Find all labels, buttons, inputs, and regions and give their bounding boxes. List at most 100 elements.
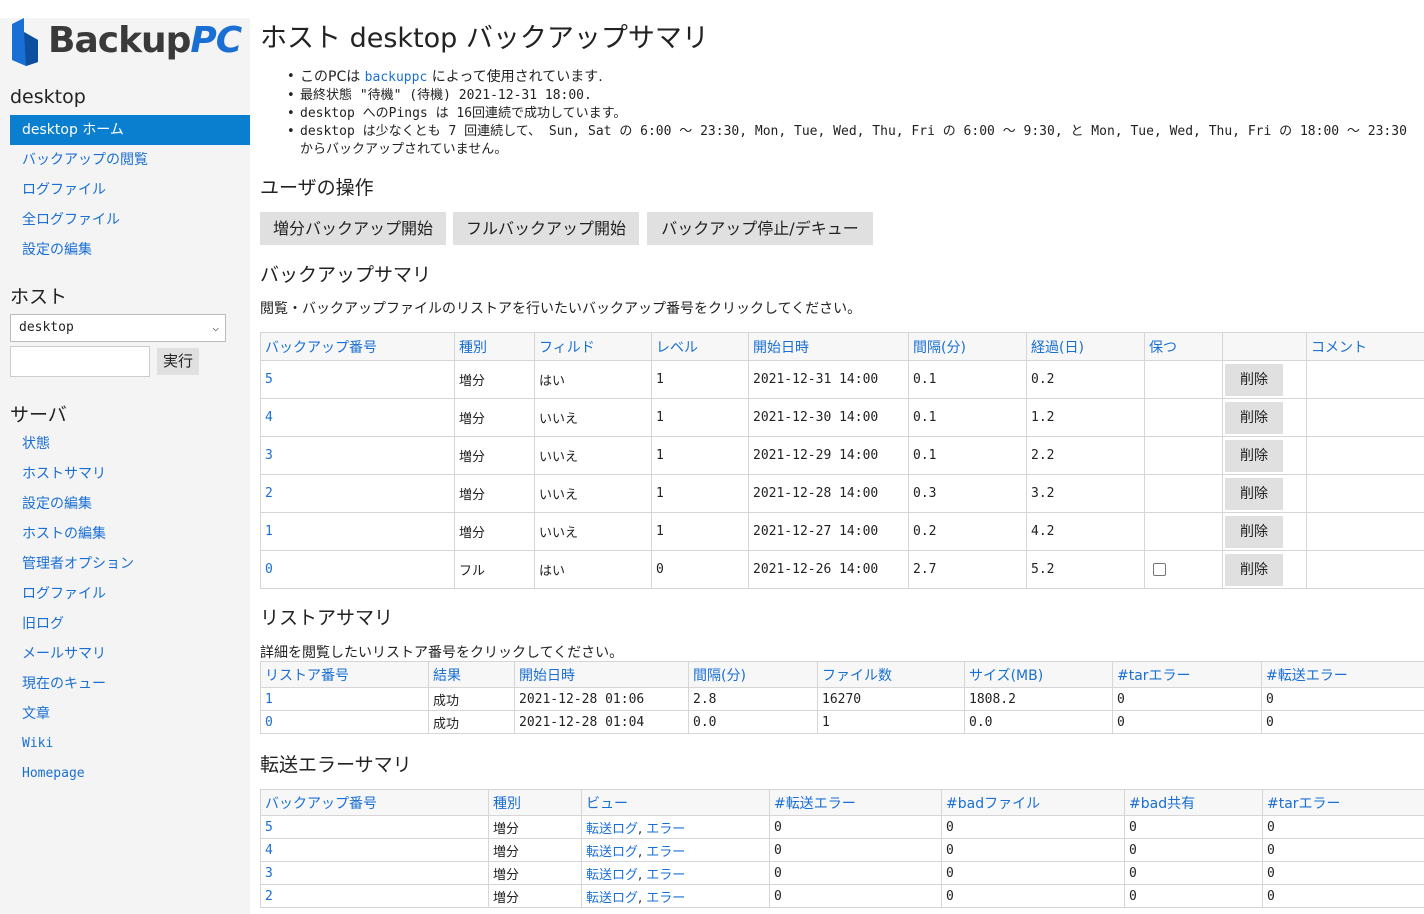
restore-number-cell: 1	[260, 687, 429, 711]
xfer-log-link[interactable]: 転送ログ	[586, 891, 638, 906]
col-duration[interactable]: 間隔(分)	[908, 332, 1027, 361]
xfer-error-link[interactable]: エラー	[646, 845, 685, 860]
backup-number-cell: 4	[260, 398, 455, 437]
col-xfer-view[interactable]: ビュー	[581, 789, 770, 816]
backup-number-link[interactable]: 5	[265, 372, 273, 387]
backup-age-cell: 5.2	[1026, 550, 1145, 589]
restore-number-link[interactable]: 1	[265, 692, 273, 707]
sidebar-item-edit-hosts[interactable]: ホストの編集	[10, 519, 250, 549]
restore-number-link[interactable]: 0	[265, 715, 273, 730]
backup-delete-cell: 削除	[1222, 360, 1307, 399]
sidebar-item-email-summary[interactable]: メールサマリ	[10, 639, 250, 669]
backup-number-link[interactable]: 4	[265, 410, 273, 425]
xfer-backup-number-link[interactable]: 3	[265, 866, 273, 881]
col-tar-errors[interactable]: #tarエラー	[1112, 661, 1262, 688]
backup-number-link[interactable]: 1	[265, 524, 273, 539]
delete-backup-button[interactable]: 削除	[1225, 363, 1283, 396]
sidebar-item-status[interactable]: 状態	[10, 429, 250, 459]
xfer-error-link[interactable]: エラー	[646, 822, 685, 837]
backup-row: 2 増分 いいえ 1 2021-12-28 14:00 0.3 3.2 削除	[260, 474, 1424, 513]
backuppc-logo[interactable]: BackupPC	[10, 18, 242, 68]
sidebar-item-server-log-file[interactable]: ログファイル	[10, 579, 250, 609]
xfer-error-link[interactable]: エラー	[646, 868, 685, 883]
backup-start-cell: 2021-12-29 14:00	[748, 436, 909, 475]
sidebar-item-browse-backups[interactable]: バックアップの閲覧	[10, 145, 250, 175]
host-search-input[interactable]	[10, 346, 150, 377]
sidebar: BackupPC desktop desktop ホーム バックアップの閲覧 ロ…	[0, 18, 250, 914]
backup-filled-cell: いいえ	[534, 474, 652, 513]
col-keep[interactable]: 保つ	[1144, 332, 1223, 361]
col-xfer-errors-count[interactable]: #転送エラー	[769, 789, 942, 816]
sidebar-item-host-home[interactable]: desktop ホーム	[10, 115, 250, 145]
restore-result-cell: 成功	[428, 710, 515, 734]
col-type[interactable]: 種別	[454, 332, 535, 361]
col-result[interactable]: 結果	[428, 661, 515, 688]
col-comment[interactable]: コメント	[1306, 332, 1424, 361]
col-xfer-backup-number[interactable]: バックアップ番号	[260, 789, 489, 816]
col-restore-duration[interactable]: 間隔(分)	[688, 661, 818, 688]
sidebar-item-all-log-files[interactable]: 全ログファイル	[10, 205, 250, 235]
delete-backup-button[interactable]: 削除	[1225, 515, 1283, 548]
start-full-backup-button[interactable]: フルバックアップ開始	[453, 212, 639, 245]
col-start-date[interactable]: 開始日時	[748, 332, 909, 361]
backup-comment-cell	[1306, 550, 1424, 589]
xfer-row: 4 増分 転送ログ, エラー 0 0 0 0	[260, 838, 1424, 862]
xfer-view-cell: 転送ログ, エラー	[581, 884, 770, 908]
xfer-type-cell: 増分	[488, 884, 582, 908]
keep-checkbox[interactable]	[1153, 563, 1166, 576]
backup-number-link[interactable]: 0	[265, 562, 273, 577]
xfer-backup-number-link[interactable]: 5	[265, 820, 273, 835]
chevron-down-icon: ⌵	[212, 321, 219, 334]
sidebar-item-server-edit-config[interactable]: 設定の編集	[10, 489, 250, 519]
xfer-error-link[interactable]: エラー	[646, 891, 685, 906]
sidebar-item-documentation[interactable]: 文章	[10, 699, 250, 729]
backup-keep-cell	[1144, 436, 1223, 475]
xfer-backup-number-link[interactable]: 4	[265, 843, 273, 858]
backup-number-link[interactable]: 3	[265, 448, 273, 463]
xfer-log-link[interactable]: 転送ログ	[586, 845, 638, 860]
backup-start-cell: 2021-12-30 14:00	[748, 398, 909, 437]
backup-number-link[interactable]: 2	[265, 486, 273, 501]
col-level[interactable]: レベル	[651, 332, 749, 361]
col-bad-files[interactable]: #badファイル	[941, 789, 1125, 816]
col-xfer-errors[interactable]: #転送エラー	[1261, 661, 1424, 688]
col-size-mb[interactable]: サイズ(MB)	[964, 661, 1113, 688]
xfer-log-link[interactable]: 転送ログ	[586, 822, 638, 837]
sidebar-item-old-logs[interactable]: 旧ログ	[10, 609, 250, 639]
backup-filled-cell: いいえ	[534, 436, 652, 475]
run-button[interactable]: 実行	[157, 348, 199, 375]
stop-dequeue-backup-button[interactable]: バックアップ停止/デキュー	[647, 212, 873, 245]
sidebar-item-log-file[interactable]: ログファイル	[10, 175, 250, 205]
sidebar-item-admin-options[interactable]: 管理者オプション	[10, 549, 250, 579]
backup-start-cell: 2021-12-28 14:00	[748, 474, 909, 513]
col-backup-number[interactable]: バックアップ番号	[260, 332, 455, 361]
xfer-backup-number-link[interactable]: 2	[265, 889, 273, 904]
delete-backup-button[interactable]: 削除	[1225, 477, 1283, 510]
col-xfer-tar-errors[interactable]: #tarエラー	[1262, 789, 1424, 816]
col-bad-share[interactable]: #bad共有	[1124, 789, 1263, 816]
sidebar-item-host-summary[interactable]: ホストサマリ	[10, 459, 250, 489]
col-xfer-type[interactable]: 種別	[488, 789, 582, 816]
xfer-log-link[interactable]: 転送ログ	[586, 868, 638, 883]
col-filled[interactable]: フィルド	[534, 332, 652, 361]
sidebar-item-wiki[interactable]: Wiki	[10, 729, 250, 759]
backup-level-cell: 1	[651, 360, 749, 399]
delete-backup-button[interactable]: 削除	[1225, 439, 1283, 472]
sidebar-item-current-queues[interactable]: 現在のキュー	[10, 669, 250, 699]
start-incr-backup-button[interactable]: 増分バックアップ開始	[260, 212, 446, 245]
backup-filled-cell: いいえ	[534, 398, 652, 437]
backup-age-cell: 2.2	[1026, 436, 1145, 475]
col-file-count[interactable]: ファイル数	[817, 661, 965, 688]
backup-number-cell: 0	[260, 550, 455, 589]
col-age[interactable]: 経過(日)	[1026, 332, 1145, 361]
host-select[interactable]: desktop ⌵	[10, 314, 226, 342]
delete-backup-button[interactable]: 削除	[1225, 401, 1283, 434]
delete-backup-button[interactable]: 削除	[1225, 553, 1283, 586]
backuppc-user-link[interactable]: backuppc	[365, 70, 428, 85]
col-restore-number[interactable]: リストア番号	[260, 661, 429, 688]
backup-number-cell: 5	[260, 360, 455, 399]
sidebar-hosts-heading: ホスト	[10, 286, 68, 308]
sidebar-item-homepage[interactable]: Homepage	[10, 759, 250, 789]
col-restore-start[interactable]: 開始日時	[514, 661, 689, 688]
sidebar-item-edit-config[interactable]: 設定の編集	[10, 235, 250, 265]
